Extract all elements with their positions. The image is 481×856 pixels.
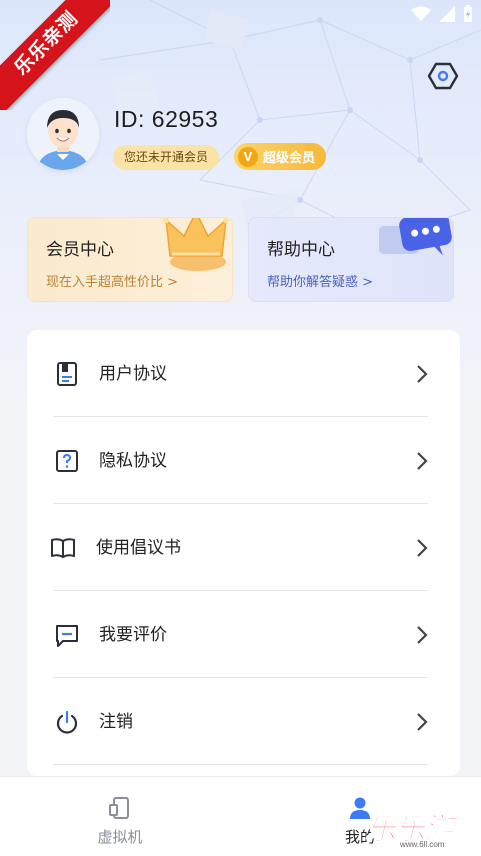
menu-item-privacy[interactable]: 隐私协议 [53,417,428,504]
chevron-right-icon [417,626,428,644]
chevron-right-icon [417,452,428,470]
signal-icon [439,6,455,26]
super-vip-badge[interactable]: V 超级会员 [234,143,327,170]
menu-item-label: 使用倡议书 [96,538,181,558]
menu-item-user-agreement[interactable]: 用户协议 [53,330,428,417]
settings-hexagon-icon [427,62,459,90]
phone-icon [109,797,129,819]
book-icon [51,538,75,558]
vip-center-card[interactable]: 会员中心 现在入手超高性价比 > [27,217,233,302]
user-id: ID: 62953 [114,106,219,132]
vip-center-subtitle: 现在入手超高性价比 > [46,275,179,290]
power-icon [56,710,78,734]
help-center-card[interactable]: 帮助中心 帮助你解答疑惑 > [248,217,454,302]
vip-center-title: 会员中心 [46,240,114,260]
vip-v-icon: V [238,146,258,167]
watermark-ribbon: 乐乐亲测 [0,0,110,110]
settings-button[interactable] [427,60,459,92]
menu-item-label: 我要评价 [99,625,167,645]
membership-status-badge: 您还未开通会员 [113,145,220,170]
battery-icon [463,5,473,27]
settings-menu: 用户协议 隐私协议 使用倡议书 我要评价 注销 [27,330,460,776]
menu-item-label: 用户协议 [99,364,167,384]
menu-item-label: 隐私协议 [99,451,167,471]
menu-item-label: 注销 [99,712,133,732]
status-bar [411,5,473,27]
menu-item-logout[interactable]: 注销 [53,678,428,765]
menu-item-rate[interactable]: 我要评价 [53,591,428,678]
chevron-right-icon [417,539,428,557]
question-icon [56,450,78,472]
watermark-ribbon-text: 乐乐亲测 [0,0,110,110]
chevron-right-icon [417,365,428,383]
help-center-title: 帮助中心 [267,240,335,260]
comment-icon [56,625,78,647]
wifi-icon [411,6,431,26]
nav-virtual-machine-label: 虚拟机 [97,828,143,846]
super-vip-label: 超级会员 [263,151,316,166]
nav-virtual-machine[interactable]: 虚拟机 [50,777,190,856]
document-icon [57,362,77,386]
menu-item-usage-proposal[interactable]: 使用倡议书 [51,504,428,591]
watermark-url: www.6ll.com [400,840,445,849]
help-center-subtitle: 帮助你解答疑惑 > [267,275,374,290]
chevron-right-icon [417,713,428,731]
